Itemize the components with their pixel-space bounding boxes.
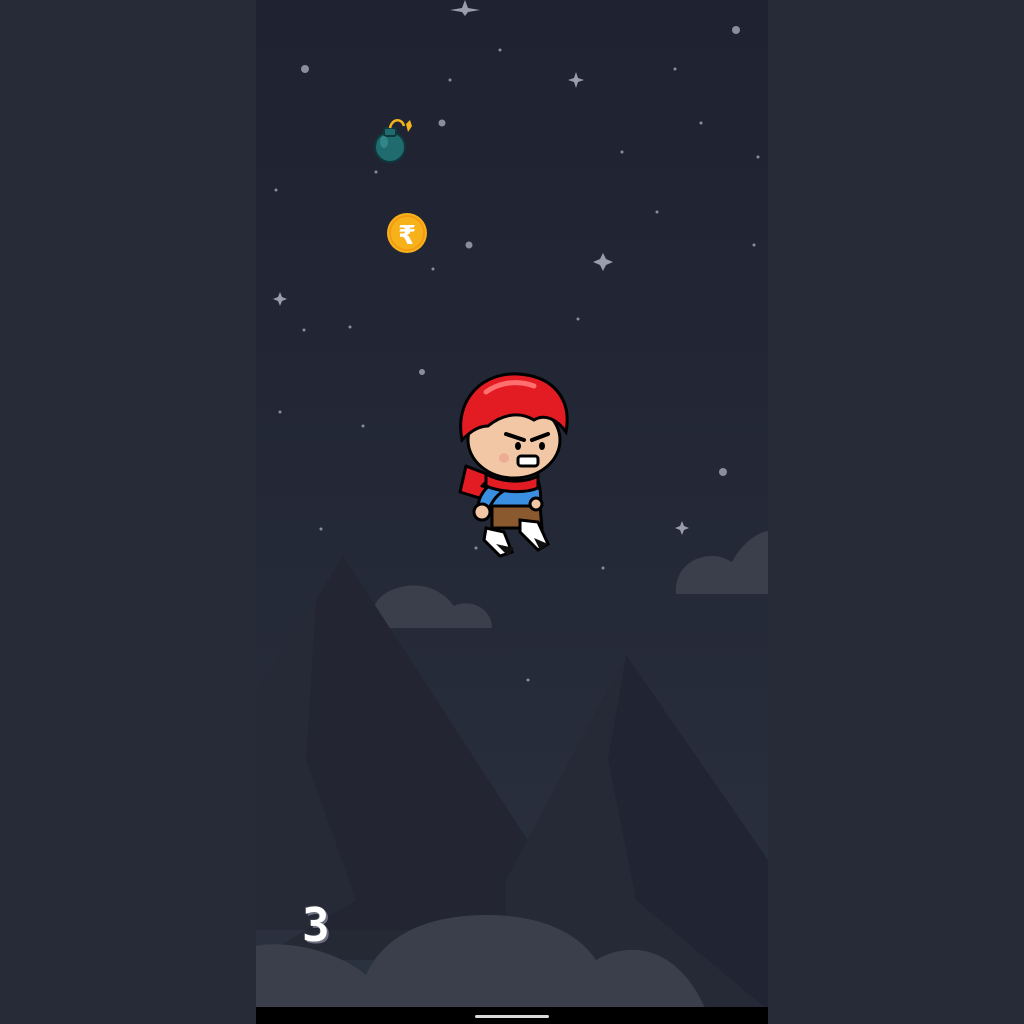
rupee-coin-icon: ₹ xyxy=(387,213,427,253)
score-counter: 3 xyxy=(302,898,331,952)
game-screen[interactable]: ₹ 3 xyxy=(256,0,768,1024)
home-indicator[interactable] xyxy=(475,1015,549,1018)
coin-symbol: ₹ xyxy=(398,221,416,251)
game-scene[interactable]: ₹ xyxy=(256,0,768,1024)
